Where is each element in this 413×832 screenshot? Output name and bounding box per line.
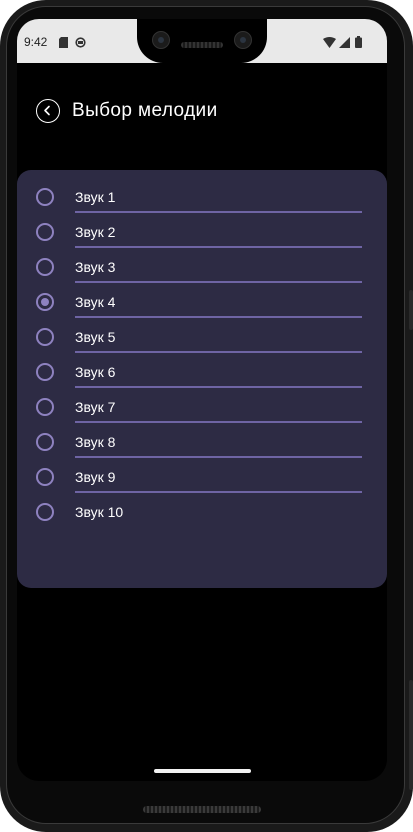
sound-option-label: Звук 4	[75, 294, 116, 310]
divider	[75, 211, 362, 213]
front-camera-icon	[152, 31, 170, 49]
sound-option[interactable]: Звук 1	[17, 179, 387, 214]
divider	[75, 281, 362, 283]
earpiece-speaker	[181, 42, 223, 48]
sound-option-label: Звук 5	[75, 329, 116, 345]
wifi-icon	[323, 35, 336, 53]
radio-button[interactable]	[36, 433, 54, 451]
sound-option-label: Звук 1	[75, 189, 116, 205]
status-bar: 9:42	[17, 19, 387, 63]
screen: 9:42 Выбор мелодии Звук 1 Звук 2 Звук 3 …	[17, 19, 387, 781]
radio-button-checked[interactable]	[36, 293, 54, 311]
sound-option-label: Звук 2	[75, 224, 116, 240]
sound-option[interactable]: Звук 8	[17, 424, 387, 459]
bottom-speaker	[143, 806, 261, 813]
phone-frame: 9:42 Выбор мелодии Звук 1 Звук 2 Звук 3 …	[0, 0, 413, 832]
sound-option-label: Звук 7	[75, 399, 116, 415]
divider	[75, 421, 362, 423]
home-indicator[interactable]	[154, 769, 251, 773]
radio-button[interactable]	[36, 328, 54, 346]
radio-button[interactable]	[36, 363, 54, 381]
sound-option[interactable]: Звук 5	[17, 319, 387, 354]
radio-button[interactable]	[36, 223, 54, 241]
chevron-left-icon	[44, 105, 50, 116]
sound-option[interactable]: Звук 10	[17, 494, 387, 529]
sound-option-label: Звук 6	[75, 364, 116, 380]
sound-option-label: Звук 10	[75, 504, 124, 520]
sound-option[interactable]: Звук 7	[17, 389, 387, 424]
sound-option[interactable]: Звук 6	[17, 354, 387, 389]
radio-button[interactable]	[36, 503, 54, 521]
divider	[75, 386, 362, 388]
sd-card-icon	[59, 35, 68, 53]
power-button	[409, 290, 413, 330]
radio-button[interactable]	[36, 468, 54, 486]
divider	[75, 351, 362, 353]
divider	[75, 456, 362, 458]
front-camera-icon	[234, 31, 252, 49]
divider	[75, 316, 362, 318]
divider	[75, 491, 362, 493]
status-time: 9:42	[24, 35, 48, 49]
sound-list: Звук 1 Звук 2 Звук 3 Звук 4 Звук 5 Звук 6 Звук…	[17, 179, 387, 529]
radio-button[interactable]	[36, 258, 54, 276]
sound-option-label: Звук 9	[75, 469, 116, 485]
volume-button	[409, 680, 413, 790]
battery-icon	[355, 35, 362, 53]
app-bar: Выбор мелодии	[17, 89, 387, 133]
sound-option-label: Звук 3	[75, 259, 116, 275]
signal-icon	[339, 35, 350, 53]
radio-button[interactable]	[36, 398, 54, 416]
sound-option[interactable]: Звук 2	[17, 214, 387, 249]
sound-list-card: Звук 1 Звук 2 Звук 3 Звук 4 Звук 5 Звук 6 Звук…	[17, 170, 387, 588]
divider	[75, 246, 362, 248]
sound-option[interactable]: Звук 9	[17, 459, 387, 494]
sound-option[interactable]: Звук 4	[17, 284, 387, 319]
sync-icon	[75, 35, 86, 53]
camera-notch	[137, 19, 267, 63]
sound-option-label: Звук 8	[75, 434, 116, 450]
page-title: Выбор мелодии	[72, 100, 218, 121]
radio-button[interactable]	[36, 188, 54, 206]
back-button[interactable]	[36, 99, 60, 123]
sound-option[interactable]: Звук 3	[17, 249, 387, 284]
